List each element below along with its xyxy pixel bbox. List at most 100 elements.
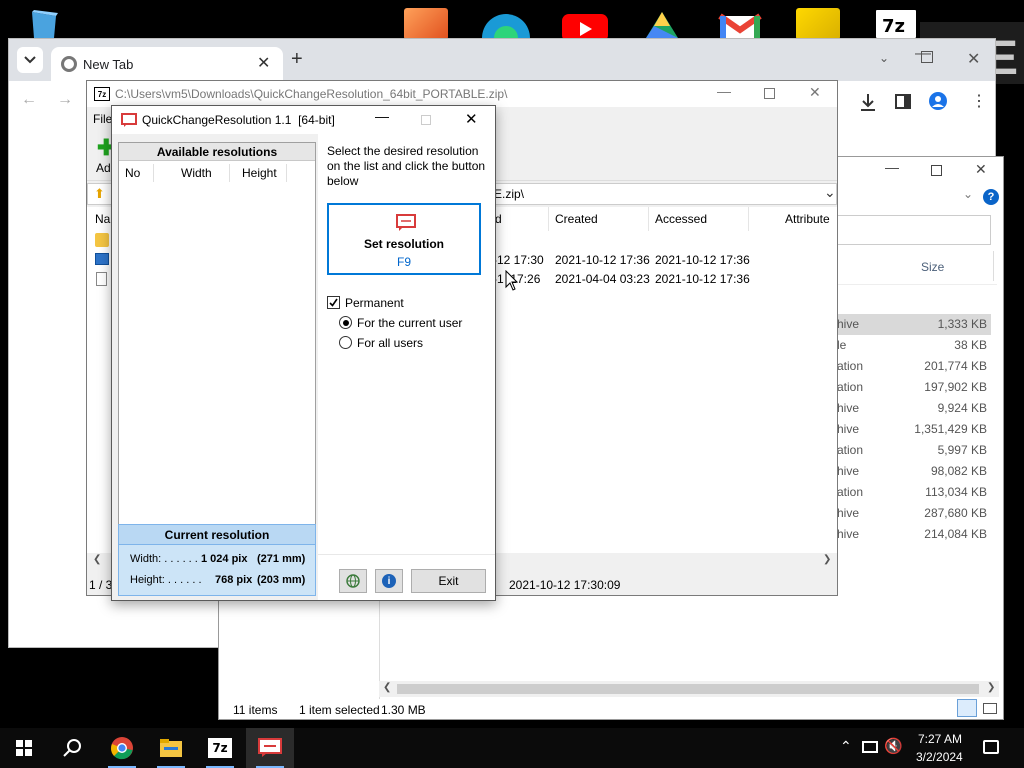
column-width[interactable]: Width xyxy=(181,166,212,180)
sevenzip-icon[interactable]: 7z xyxy=(874,8,918,40)
google-drive-icon[interactable] xyxy=(640,8,684,40)
back-icon[interactable]: ← xyxy=(21,91,37,109)
explorer-search-box[interactable] xyxy=(837,215,991,245)
edge-icon[interactable] xyxy=(480,8,530,62)
new-tab-button[interactable]: + xyxy=(291,48,303,71)
explorer-row[interactable]: hive 1,333 KB xyxy=(837,314,991,335)
website-button[interactable] xyxy=(339,569,367,593)
sevenzip-minimize-icon[interactable]: — xyxy=(717,83,731,99)
clock-time[interactable]: 7:27 AM xyxy=(918,732,962,746)
radio-current-user[interactable] xyxy=(339,316,352,329)
column-created[interactable]: Created xyxy=(549,207,649,231)
notification-icon[interactable] xyxy=(983,740,999,754)
network-icon[interactable] xyxy=(862,741,878,753)
column-accessed[interactable]: Accessed xyxy=(649,207,749,231)
tray-chevron-icon[interactable]: ⌃ xyxy=(840,738,852,755)
taskbar-sevenzip[interactable]: 7z xyxy=(196,728,244,768)
explorer-row[interactable]: hive 9,924 KB xyxy=(837,398,991,419)
current-width-value: 1 024 pix xyxy=(201,553,248,565)
column-attributes[interactable]: Attribute xyxy=(779,207,839,231)
expand-ribbon-icon[interactable]: ⌄ xyxy=(963,187,973,201)
exit-button[interactable]: Exit xyxy=(411,569,486,593)
set-resolution-button[interactable]: Set resolution F9 xyxy=(327,203,481,275)
sticky-app-icon[interactable] xyxy=(796,8,840,40)
sevenzip-maximize-icon[interactable] xyxy=(764,88,775,99)
details-view-icon[interactable] xyxy=(957,699,977,717)
close-tab-icon[interactable]: ✕ xyxy=(257,53,270,73)
sevenzip-columns: d Created Accessed Attribute xyxy=(489,207,837,231)
quickchangeresolution-dialog: QuickChangeResolution 1.1 [64-bit] — ✕ A… xyxy=(111,105,496,601)
taskbar-quickchangeresolution[interactable] xyxy=(246,728,294,768)
current-height-label: Height: . . . . . . xyxy=(130,574,202,586)
photo-editor-icon[interactable] xyxy=(404,8,448,40)
explorer-maximize-icon[interactable] xyxy=(931,165,942,176)
download-icon[interactable] xyxy=(859,93,877,114)
explorer-close-icon[interactable]: ✕ xyxy=(975,161,987,178)
explorer-row-type: hive xyxy=(837,401,860,415)
sevenzip-status-date: 2021-10-12 17:30:09 xyxy=(509,578,621,592)
tab-search-button[interactable] xyxy=(17,47,43,73)
current-width-mm: (271 mm) xyxy=(257,553,306,565)
scroll-left-icon: ❮ xyxy=(383,682,392,693)
scroll-right-icon: ❯ xyxy=(823,554,832,565)
side-panel-icon[interactable] xyxy=(895,94,911,109)
chrome-maximize-icon[interactable] xyxy=(921,51,933,63)
scroll-right-icon: ❯ xyxy=(987,682,996,693)
info-button[interactable]: i xyxy=(375,569,403,593)
explorer-row[interactable]: hive 98,082 KB xyxy=(837,461,991,482)
explorer-row[interactable]: hive 287,680 KB xyxy=(837,503,991,524)
chrome-favicon-icon xyxy=(61,56,77,72)
radio-current-user-label: For the current user xyxy=(357,316,463,330)
sevenzip-close-icon[interactable]: ✕ xyxy=(809,84,821,101)
explorer-hscroll-thumb[interactable] xyxy=(397,684,979,694)
gmail-icon[interactable] xyxy=(716,8,762,40)
explorer-row[interactable]: ation 113,034 KB xyxy=(837,482,991,503)
large-icons-view-icon[interactable] xyxy=(983,703,997,714)
explorer-row[interactable]: ation 201,774 KB xyxy=(837,356,991,377)
permanent-checkbox[interactable] xyxy=(327,296,340,309)
explorer-minimize-icon[interactable]: — xyxy=(885,159,899,175)
explorer-row[interactable]: ation 197,902 KB xyxy=(837,377,991,398)
explorer-row-type: ation xyxy=(837,380,864,394)
explorer-row[interactable]: ation 5,997 KB xyxy=(837,440,991,461)
search-icon xyxy=(63,739,81,757)
column-separator xyxy=(229,164,230,182)
explorer-row-type: hive xyxy=(837,317,860,331)
recycle-bin-icon[interactable] xyxy=(28,10,62,38)
menu-file[interactable]: File xyxy=(93,112,112,126)
tab-new-tab[interactable]: New Tab ✕ xyxy=(51,47,283,81)
start-button[interactable] xyxy=(0,728,48,768)
clock-date[interactable]: 3/2/2024 xyxy=(916,750,963,764)
radio-all-users[interactable] xyxy=(339,336,352,349)
qcr-minimize-icon[interactable]: — xyxy=(375,108,389,124)
profile-icon[interactable] xyxy=(929,92,947,113)
column-modified[interactable]: d xyxy=(489,207,549,231)
sevenzip-title: C:\Users\vm5\Downloads\QuickChangeResolu… xyxy=(115,87,508,101)
explorer-status-size: 1.30 MB xyxy=(381,703,426,717)
volume-muted-icon[interactable]: 🔇 xyxy=(884,737,903,755)
globe-icon xyxy=(346,574,360,588)
explorer-hscrollbar[interactable]: ❮ ❯ xyxy=(379,681,999,697)
current-width-label: Width: . . . . . . xyxy=(130,553,198,565)
column-size[interactable]: Size xyxy=(921,260,944,274)
explorer-row[interactable]: hive 1,351,429 KB xyxy=(837,419,991,440)
explorer-row[interactable]: hive 214,084 KB xyxy=(837,524,991,545)
chrome-dropdown-icon[interactable]: ⌄ xyxy=(879,51,889,65)
resolutions-list[interactable]: Available resolutions No Width Height xyxy=(118,142,316,526)
column-height[interactable]: Height xyxy=(242,166,277,180)
explorer-row[interactable]: le 38 KB xyxy=(837,335,991,356)
search-button[interactable] xyxy=(48,728,96,768)
qcr-close-icon[interactable]: ✕ xyxy=(465,110,478,128)
address-dropdown-icon[interactable]: ⌄ xyxy=(824,184,836,201)
taskbar-chrome[interactable] xyxy=(98,728,146,768)
help-icon[interactable]: ? xyxy=(983,189,999,205)
up-folder-icon[interactable]: ⬆ xyxy=(94,186,105,202)
menu-icon[interactable]: ⋮ xyxy=(971,91,987,111)
available-resolutions-title: Available resolutions xyxy=(156,144,278,159)
explorer-status-items: 11 items xyxy=(233,703,278,717)
chrome-close-icon[interactable]: ✕ xyxy=(967,49,980,69)
column-no[interactable]: No xyxy=(125,166,140,180)
forward-icon[interactable]: → xyxy=(57,91,73,109)
explorer-row-size: 1,351,429 KB xyxy=(914,422,987,436)
taskbar-file-explorer[interactable] xyxy=(147,728,195,768)
